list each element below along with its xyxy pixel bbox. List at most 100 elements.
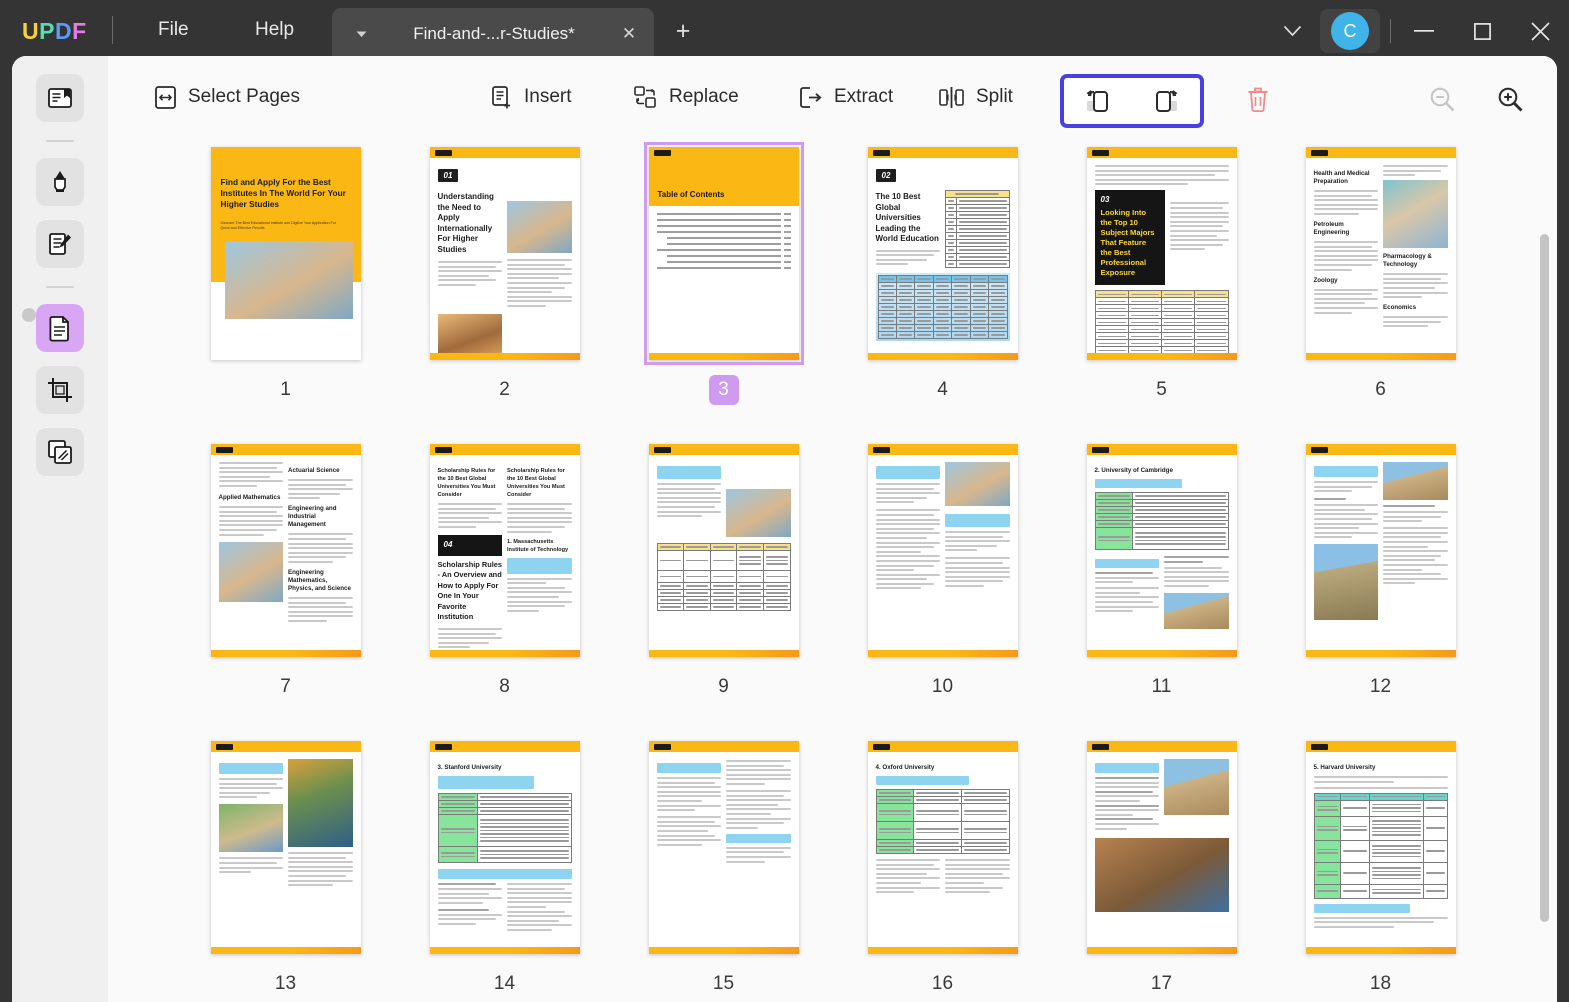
page-logo — [1091, 149, 1109, 156]
rail-resize-handle[interactable] — [22, 308, 36, 322]
page-cell[interactable]: Scholarship Rules for the 10 Best Global… — [395, 444, 614, 741]
page-thumbnail-14[interactable]: 3. Stanford University — [429, 741, 580, 954]
page-header-bar — [429, 444, 580, 455]
page-render-10 — [867, 444, 1018, 657]
page-thumbnail-17[interactable] — [1086, 741, 1237, 954]
page-thumbnail-16[interactable]: 4. Oxford University — [867, 741, 1018, 954]
new-tab-button[interactable]: + — [668, 16, 698, 46]
replace-button[interactable]: Replace — [621, 71, 751, 123]
page-thumbnail-area[interactable]: Find and Apply For the Best Institutes I… — [108, 138, 1557, 1002]
page-header-bar — [867, 741, 1018, 752]
page-cell[interactable]: Table of Contents 3 — [614, 142, 833, 444]
page-cell[interactable]: 4. Oxford University 16 — [833, 741, 1052, 1002]
universities-table — [875, 273, 1010, 341]
university-info-table — [1094, 492, 1229, 550]
sidebar-item-comment-highlight[interactable] — [36, 158, 84, 206]
page-number: 4 — [937, 379, 948, 400]
page-thumbnail-9[interactable] — [648, 444, 799, 657]
document-tab[interactable]: Find-and-...r-Studies* ✕ — [332, 8, 654, 60]
page-logo — [1310, 743, 1328, 750]
close-window-button[interactable] — [1511, 8, 1569, 54]
menu-file[interactable]: File — [148, 14, 199, 46]
page-body: 01 Understanding the Need to Apply Inter… — [430, 158, 580, 353]
page-thumbnail-2[interactable]: 01 Understanding the Need to Apply Inter… — [429, 147, 580, 360]
page-cell[interactable]: Find and Apply For the Best Institutes I… — [176, 147, 395, 444]
rail-divider-2 — [46, 286, 74, 288]
page-body: 4. Oxford University — [868, 752, 1018, 947]
maximize-button[interactable] — [1453, 8, 1511, 54]
page-cell[interactable]: 5. Harvard University 18 — [1271, 741, 1490, 1002]
harvard-table — [1313, 792, 1448, 899]
split-label: Split — [976, 86, 1013, 107]
minimize-button[interactable] — [1395, 8, 1453, 54]
vertical-scrollbar[interactable] — [1540, 234, 1549, 922]
extract-button[interactable]: Extract — [786, 71, 905, 123]
scholarship-band — [437, 869, 572, 879]
split-button[interactable]: Split — [926, 71, 1025, 123]
chevron-down-icon[interactable] — [348, 21, 374, 47]
page-cell[interactable]: 02 The 10 Best Global Universities Leadi… — [833, 147, 1052, 444]
close-icon[interactable]: ✕ — [614, 19, 644, 49]
page-thumbnail-7[interactable]: Applied Mathematics Actuarial Science En… — [210, 444, 361, 657]
page-logo — [653, 743, 671, 750]
page-thumbnail-12[interactable] — [1305, 444, 1456, 657]
page-thumbnail-15[interactable] — [648, 741, 799, 954]
page-cell[interactable]: 01 Understanding the Need to Apply Inter… — [395, 147, 614, 444]
titlebar-divider — [1390, 19, 1391, 43]
chapter-title: Understanding the Need to Apply Internat… — [437, 192, 494, 254]
zoom-in-button[interactable] — [1489, 78, 1531, 120]
page-cell[interactable]: 17 — [1052, 741, 1271, 1002]
page-cell[interactable]: 12 — [1271, 444, 1490, 741]
avatar: C — [1331, 12, 1369, 50]
page-thumbnail-11[interactable]: 2. University of Cambridge — [1086, 444, 1237, 657]
zoom-out-button[interactable] — [1421, 78, 1463, 120]
sidebar-item-crop-pages[interactable] — [36, 366, 84, 414]
more-options-chevron-icon[interactable] — [1270, 11, 1314, 51]
page-cell[interactable]: 03 Looking Into the Top 10 Subject Major… — [1052, 147, 1271, 444]
page-cell[interactable]: Applied Mathematics Actuarial Science En… — [176, 444, 395, 741]
menu-help[interactable]: Help — [245, 14, 304, 46]
delete-pages-button[interactable] — [1236, 80, 1280, 120]
insert-button[interactable]: Insert — [478, 71, 584, 123]
page-number: 18 — [1369, 973, 1392, 994]
university-heading: 2. University of Cambridge — [1094, 467, 1173, 474]
page-photo-table — [1094, 838, 1229, 913]
logo-letter-d: D — [54, 18, 73, 44]
page-thumbnail-4[interactable]: 02 The 10 Best Global Universities Leadi… — [867, 147, 1018, 360]
page-thumbnail-1[interactable]: Find and Apply For the Best Institutes I… — [210, 147, 361, 360]
page-thumbnail-18[interactable]: 5. Harvard University — [1305, 741, 1456, 954]
page-photo-2 — [437, 313, 502, 353]
sidebar-item-batch-process[interactable] — [36, 428, 84, 476]
page-cell[interactable]: 2. University of Cambridge 11 — [1052, 444, 1271, 741]
page-cell[interactable]: 9 — [614, 444, 833, 741]
sub-heading-band — [437, 776, 534, 789]
sidebar-item-organize-pages[interactable] — [36, 304, 84, 352]
page-thumbnail-3[interactable]: Table of Contents — [643, 142, 804, 365]
page-footer-bar — [867, 947, 1018, 954]
page-grid: Find and Apply For the Best Institutes I… — [108, 138, 1557, 1002]
page-thumbnail-5[interactable]: 03 Looking Into the Top 10 Subject Major… — [1086, 147, 1237, 360]
section-heading-band — [656, 763, 721, 773]
rotate-left-button[interactable] — [1072, 81, 1124, 121]
sidebar-item-reader-view[interactable] — [36, 74, 84, 122]
page-thumbnail-6[interactable]: Health and Medical Preparation Petroleum… — [1305, 147, 1456, 360]
rotate-button-group — [1060, 74, 1204, 128]
page-thumbnail-13[interactable] — [210, 741, 361, 954]
tab-title: Find-and-...r-Studies* — [413, 24, 575, 43]
section-heading-band — [218, 763, 283, 774]
account-button[interactable]: C — [1320, 9, 1380, 53]
page-thumbnail-10[interactable] — [867, 444, 1018, 657]
page-photo-autumn — [288, 759, 353, 847]
select-pages-label: Select Pages — [188, 86, 300, 107]
page-thumbnail-8[interactable]: Scholarship Rules for the 10 Best Global… — [429, 444, 580, 657]
page-cell[interactable]: 13 — [176, 741, 395, 1002]
rotate-right-button[interactable] — [1140, 81, 1192, 121]
page-cell[interactable]: Health and Medical Preparation Petroleum… — [1271, 147, 1490, 444]
sidebar-item-edit-pdf[interactable] — [36, 220, 84, 268]
page-cell[interactable]: 15 — [614, 741, 833, 1002]
select-pages-button[interactable]: Select Pages — [142, 71, 312, 123]
page-cell[interactable]: 3. Stanford University 14 — [395, 741, 614, 1002]
page-render-2: 01 Understanding the Need to Apply Inter… — [429, 147, 580, 360]
page-cell[interactable]: 10 — [833, 444, 1052, 741]
sub-heading-band — [1313, 903, 1410, 913]
